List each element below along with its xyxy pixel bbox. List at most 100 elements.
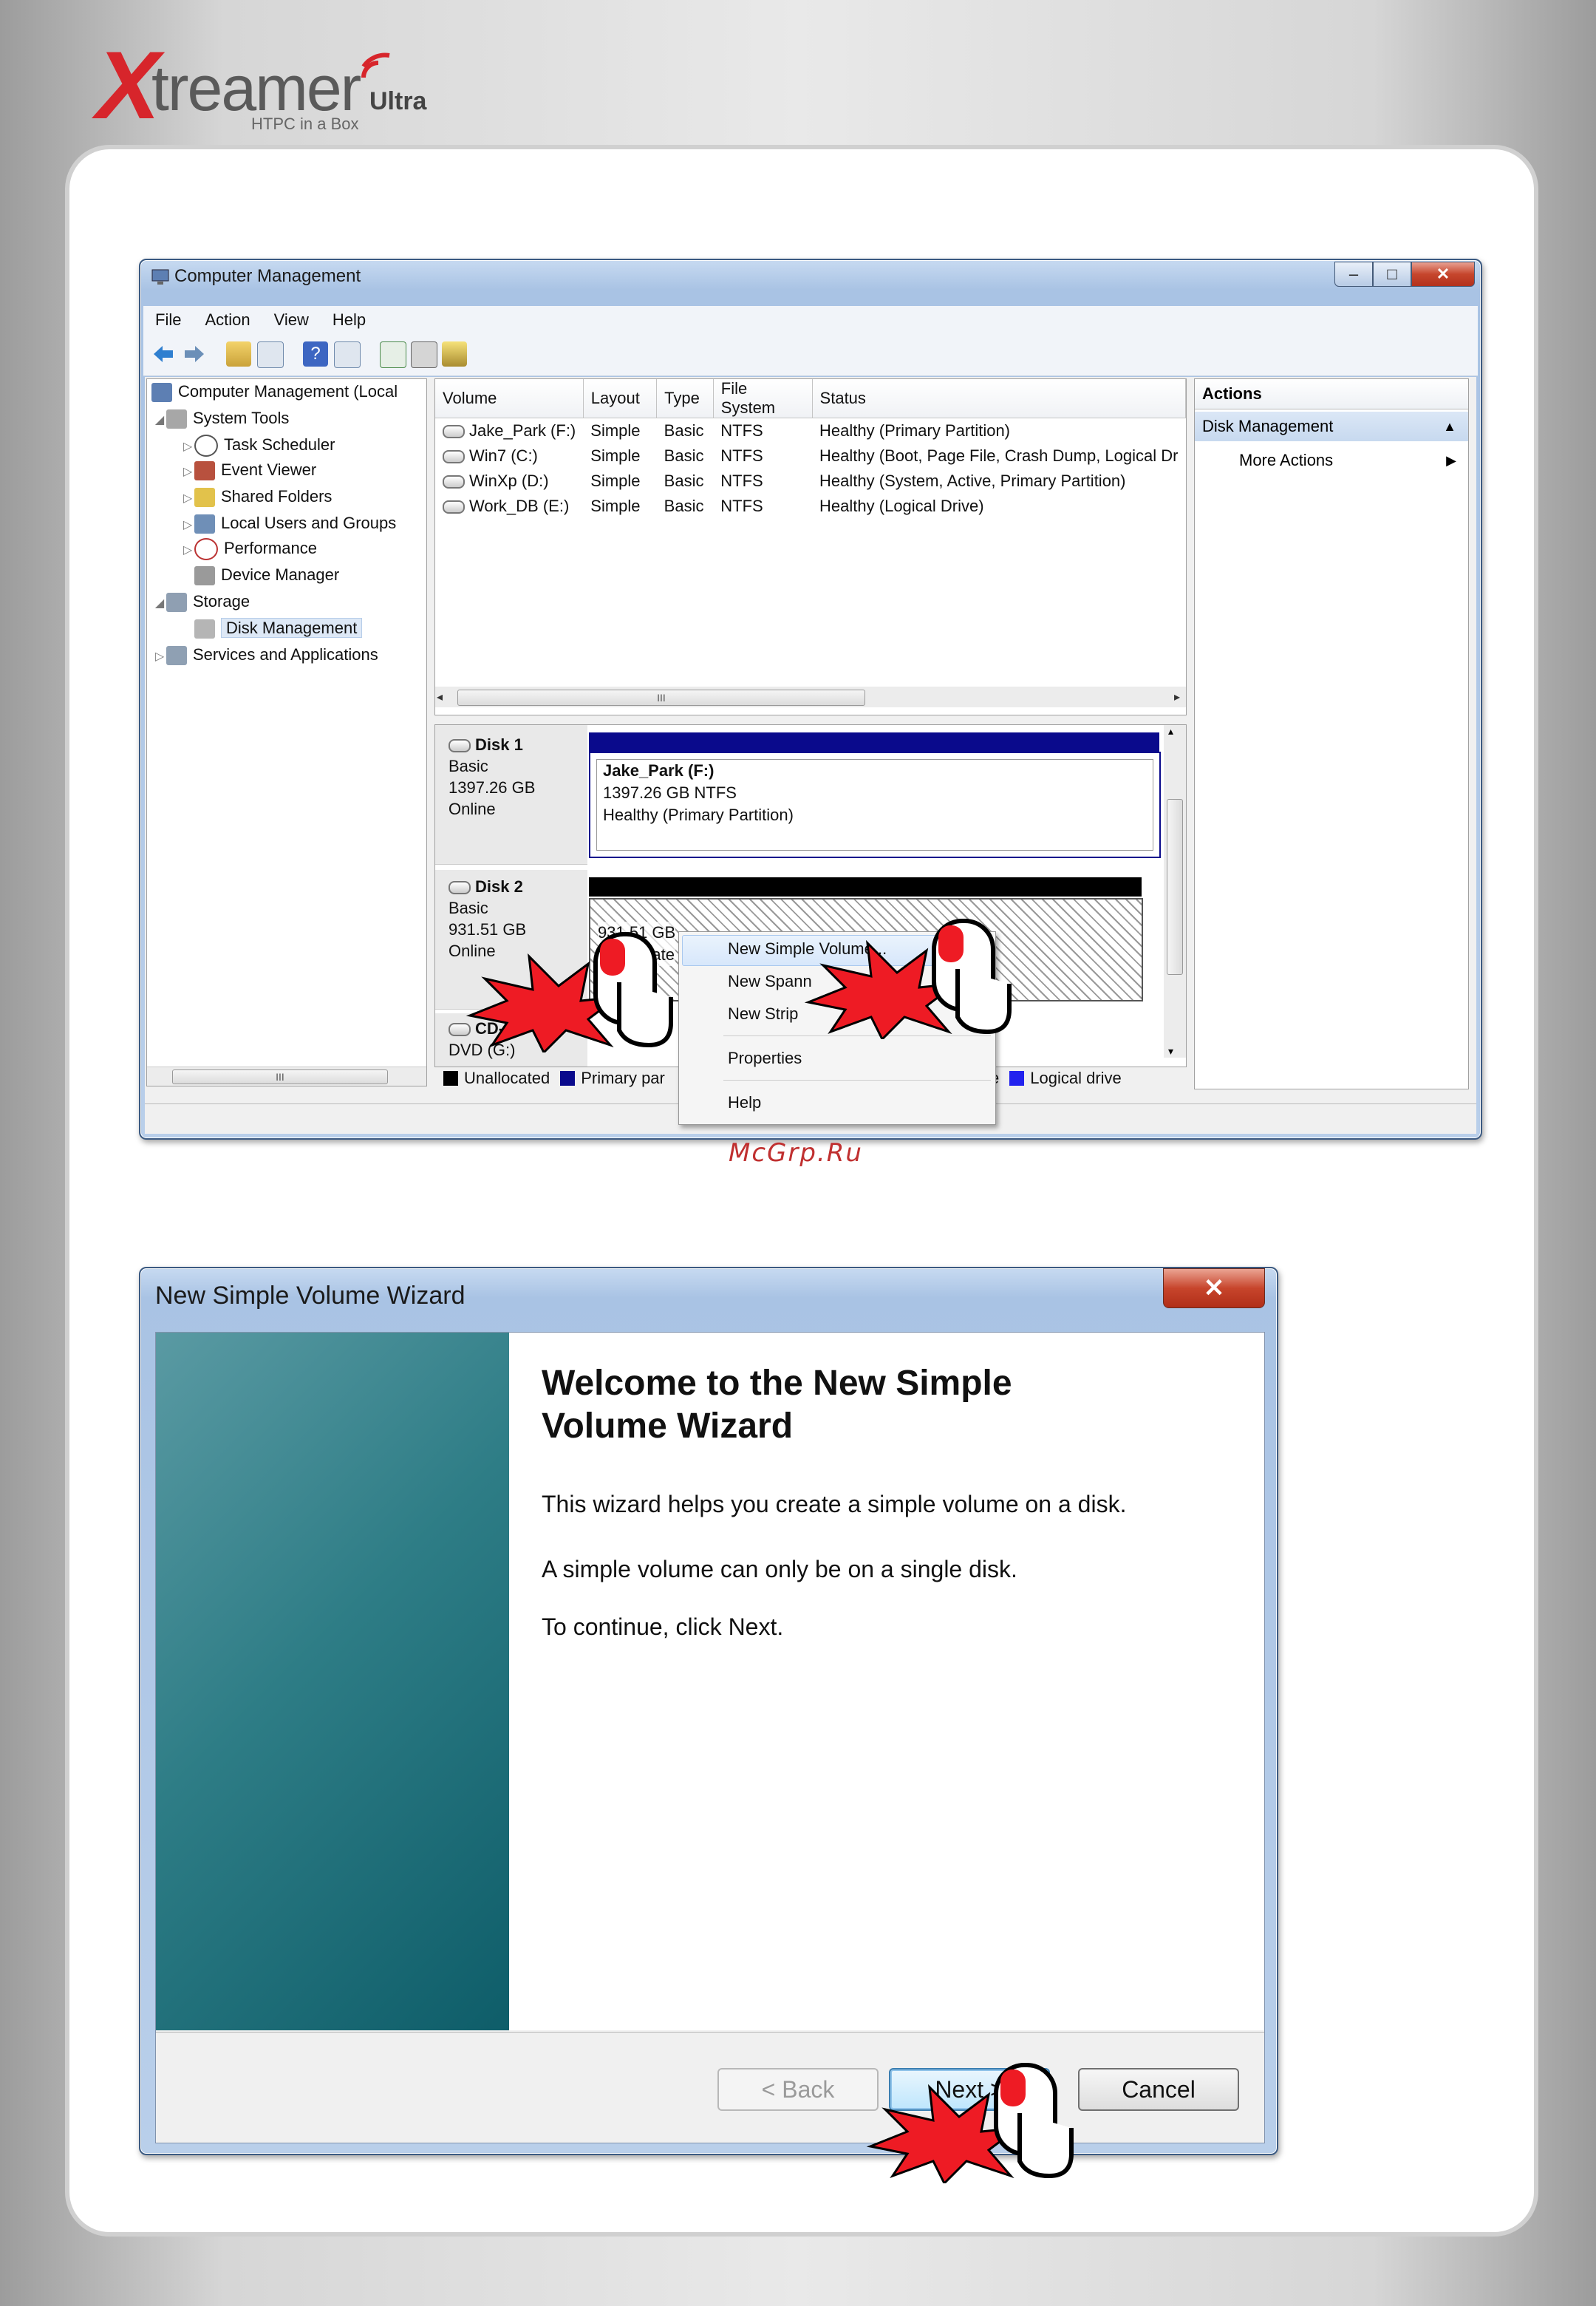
menu-view[interactable]: View	[262, 310, 321, 330]
wizard-footer: < Back Next > Cancel	[156, 2032, 1264, 2143]
disk-icon	[449, 881, 471, 895]
volume-list-horizontal-scrollbar[interactable]: ◂ ▸ III	[435, 687, 1186, 707]
disk-view-vertical-scrollbar[interactable]: ▴ ▾	[1164, 725, 1186, 1058]
collapsed-arrow-icon[interactable]: ▷	[181, 460, 194, 485]
services-icon	[166, 646, 187, 666]
menu-item-new-spanned-volume[interactable]: New Spann	[728, 972, 812, 991]
up-folder-icon[interactable]	[226, 341, 251, 367]
tree-item-task-scheduler[interactable]: ▷ Task Scheduler	[181, 432, 335, 458]
table-row[interactable]: Work_DB (E:) Simple Basic NTFS Healthy (…	[435, 494, 1186, 519]
collapsed-arrow-icon[interactable]: ▷	[181, 538, 194, 563]
menu-item-help[interactable]: Help	[728, 1093, 761, 1112]
tree-item-computer-management[interactable]: Computer Management (Local	[151, 379, 398, 404]
collapsed-arrow-icon[interactable]: ▷	[153, 644, 166, 670]
tree-item-services-applications[interactable]: ▷ Services and Applications	[153, 642, 378, 667]
refresh-icon[interactable]	[380, 341, 406, 368]
wifi-signal-icon	[361, 52, 390, 78]
maximize-button[interactable]: □	[1373, 262, 1411, 287]
disk-management-icon	[194, 619, 215, 639]
show-hide-action-pane-icon[interactable]	[334, 341, 361, 368]
click-indicator-icon	[866, 2063, 1074, 2183]
volume-icon	[443, 450, 465, 464]
tree-item-performance[interactable]: ▷ Performance	[181, 536, 317, 561]
storage-icon	[166, 593, 187, 613]
expanded-arrow-icon[interactable]: ◢	[153, 591, 166, 616]
table-row[interactable]: Jake_Park (F:) Simple Basic NTFS Healthy…	[435, 418, 1186, 444]
wizard-content: Welcome to the New Simple Volume Wizard …	[509, 1333, 1264, 2030]
device-manager-icon	[194, 566, 215, 586]
scroll-down-arrow-icon[interactable]: ▾	[1168, 1045, 1173, 1058]
properties-icon[interactable]	[411, 341, 437, 368]
computer-management-icon	[151, 269, 169, 285]
collapsed-arrow-icon[interactable]: ▷	[181, 486, 194, 511]
more-actions[interactable]: More Actions ▶	[1195, 446, 1468, 475]
minimize-button[interactable]: –	[1334, 262, 1373, 287]
scroll-up-arrow-icon[interactable]: ▴	[1168, 725, 1173, 738]
back-arrow-icon[interactable]	[151, 341, 176, 367]
tree-item-disk-management[interactable]: Disk Management	[194, 616, 363, 641]
tree-item-system-tools[interactable]: ◢ System Tools	[153, 406, 289, 431]
scrollbar-thumb[interactable]	[1167, 799, 1183, 975]
wizard-paragraph-2: A simple volume can only be on a single …	[542, 1556, 1017, 1582]
disk1-volume-jake-park[interactable]: Jake_Park (F:) 1397.26 GB NTFS Healthy (…	[589, 752, 1161, 858]
volume-icon	[443, 475, 465, 489]
scrollbar-thumb[interactable]: III	[172, 1069, 388, 1084]
col-type[interactable]: Type	[656, 379, 714, 418]
col-file-system[interactable]: File System	[713, 379, 813, 418]
rescan-disks-icon[interactable]	[442, 341, 467, 367]
wizard-paragraph-1: This wizard helps you create a simple vo…	[542, 1491, 1127, 1517]
actions-section-disk-management[interactable]: Disk Management ▲	[1195, 412, 1468, 441]
help-icon[interactable]: ?	[303, 341, 328, 367]
menu-item-new-striped-volume[interactable]: New Strip	[728, 1004, 798, 1024]
table-row[interactable]: WinXp (D:) Simple Basic NTFS Healthy (Sy…	[435, 469, 1186, 494]
legend-primary-swatch	[560, 1071, 576, 1086]
menu-file[interactable]: File	[143, 310, 193, 330]
back-button[interactable]: < Back	[717, 2068, 879, 2111]
menu-item-properties[interactable]: Properties	[728, 1049, 802, 1068]
collapsed-arrow-icon[interactable]: ▷	[181, 435, 194, 460]
menu-bar: File Action View Help	[143, 306, 1478, 334]
col-volume[interactable]: Volume	[435, 379, 584, 418]
actions-pane: Actions Disk Management ▲ More Actions ▶	[1194, 378, 1469, 1089]
disk1-info[interactable]: Disk 1 Basic 1397.26 GB Online	[435, 725, 587, 865]
legend-right: e Logical drive	[990, 1067, 1122, 1089]
legend: Unallocated Primary par	[439, 1067, 665, 1089]
brand-mark: X	[96, 31, 160, 139]
col-status[interactable]: Status	[812, 379, 1186, 418]
tree-item-local-users[interactable]: ▷ Local Users and Groups	[181, 511, 396, 536]
collapse-up-icon[interactable]: ▲	[1443, 412, 1456, 441]
tree-item-event-viewer[interactable]: ▷ Event Viewer	[181, 458, 316, 483]
wizard-banner	[156, 1333, 509, 2030]
window-controls: – □ ✕	[1334, 262, 1475, 287]
close-button[interactable]: ✕	[1411, 262, 1475, 287]
submenu-arrow-icon: ▶	[1446, 453, 1456, 468]
wizard-paragraph-3: To continue, click Next.	[542, 1613, 784, 1640]
volume-list: Volume Layout Type File System Status Ja…	[434, 378, 1187, 715]
legend-logical-swatch	[1009, 1071, 1025, 1086]
col-layout[interactable]: Layout	[583, 379, 658, 418]
expanded-arrow-icon[interactable]: ◢	[153, 408, 166, 433]
scroll-left-arrow-icon[interactable]: ◂	[437, 690, 443, 704]
wizard-heading: Welcome to the New Simple Volume Wizard	[542, 1364, 1012, 1446]
tools-icon	[166, 409, 187, 429]
wizard-close-button[interactable]: ✕	[1163, 1268, 1265, 1308]
volume-name: Jake_Park (F:)	[603, 761, 715, 780]
tree-item-shared-folders[interactable]: ▷ Shared Folders	[181, 484, 332, 509]
navigation-tree: Computer Management (Local ◢ System Tools…	[146, 378, 427, 1086]
show-hide-tree-icon[interactable]	[257, 341, 284, 368]
table-row[interactable]: Win7 (C:) Simple Basic NTFS Healthy (Boo…	[435, 443, 1186, 469]
menu-help[interactable]: Help	[321, 310, 378, 330]
scroll-right-arrow-icon[interactable]: ▸	[1174, 690, 1180, 704]
forward-arrow-icon[interactable]	[182, 341, 207, 367]
volume-icon	[443, 500, 465, 514]
tree-horizontal-scrollbar[interactable]: III	[147, 1067, 426, 1086]
menu-action[interactable]: Action	[193, 310, 262, 330]
tree-item-device-manager[interactable]: Device Manager	[194, 562, 339, 588]
cancel-button[interactable]: Cancel	[1078, 2068, 1239, 2111]
tree-item-storage[interactable]: ◢ Storage	[153, 589, 250, 614]
collapsed-arrow-icon[interactable]: ▷	[181, 513, 194, 538]
disk-icon	[449, 739, 471, 753]
new-simple-volume-wizard-window: New Simple Volume Wizard ✕ Welcome to th…	[139, 1267, 1278, 2155]
toolbar: ?	[143, 334, 1478, 376]
scrollbar-thumb[interactable]: III	[457, 690, 865, 706]
